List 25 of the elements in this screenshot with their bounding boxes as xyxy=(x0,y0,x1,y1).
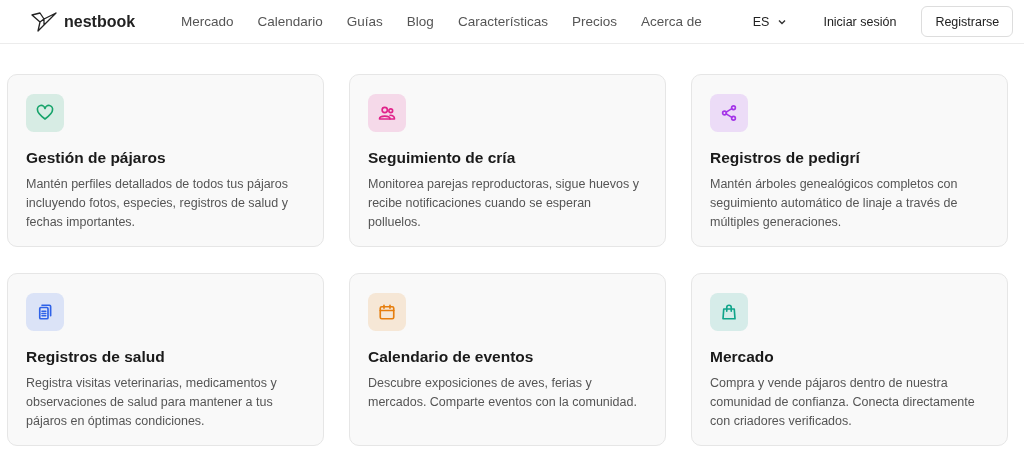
feature-description: Compra y vende pájaros dentro de nuestra comunidad de confianza. Conecta directamente con criadores verificados. xyxy=(710,375,976,430)
nav-link[interactable]: Calendario xyxy=(257,14,323,29)
signup-button[interactable]: Registrarse xyxy=(921,6,1014,37)
feature-title: Seguimiento de cría xyxy=(368,149,517,167)
nav-link[interactable]: Blog xyxy=(406,14,434,29)
brand-name[interactable]: nestbook xyxy=(64,12,136,31)
language-selector[interactable]: ES xyxy=(752,14,787,29)
nav-link[interactable]: Acerca de xyxy=(640,14,702,29)
feature-title: Registros de salud xyxy=(26,348,166,366)
nav-link[interactable]: Mercado xyxy=(181,14,234,29)
feature-title: Calendario de eventos xyxy=(368,348,535,366)
feature-description: Monitorea parejas reproductoras, sigue huevos y recibe notificaciones cuando se esperan polluelos. xyxy=(368,176,640,231)
login-link[interactable]: Iniciar sesión xyxy=(823,14,897,29)
nav-link[interactable]: Guías xyxy=(346,14,383,29)
feature-title: Registros de pedigrí xyxy=(710,149,861,167)
feature-title: Mercado xyxy=(710,348,775,366)
feature-description: Descubre exposiciones de aves, ferias y mercados. Comparte eventos con la comunidad. xyxy=(368,375,638,411)
nav-link[interactable]: Precios xyxy=(571,14,617,29)
feature-description: Mantén árboles genealógicos completos con seguimiento automático de linaje a través de múltiples generaciones. xyxy=(710,176,959,231)
feature-description: Registra visitas veterinarias, medicamentos y observaciones de salud para mantener a tus pájaros en óptimas condiciones. xyxy=(26,375,278,430)
nav-link[interactable]: Características xyxy=(457,14,548,29)
feature-title: Gestión de pájaros xyxy=(26,149,167,167)
chevron-down-icon xyxy=(778,18,787,25)
bird-logo-icon xyxy=(31,10,57,33)
feature-description: Mantén perfiles detallados de todos tus pájaros incluyendo fotos, especies, registros de salud y fechas importantes. xyxy=(26,176,289,231)
